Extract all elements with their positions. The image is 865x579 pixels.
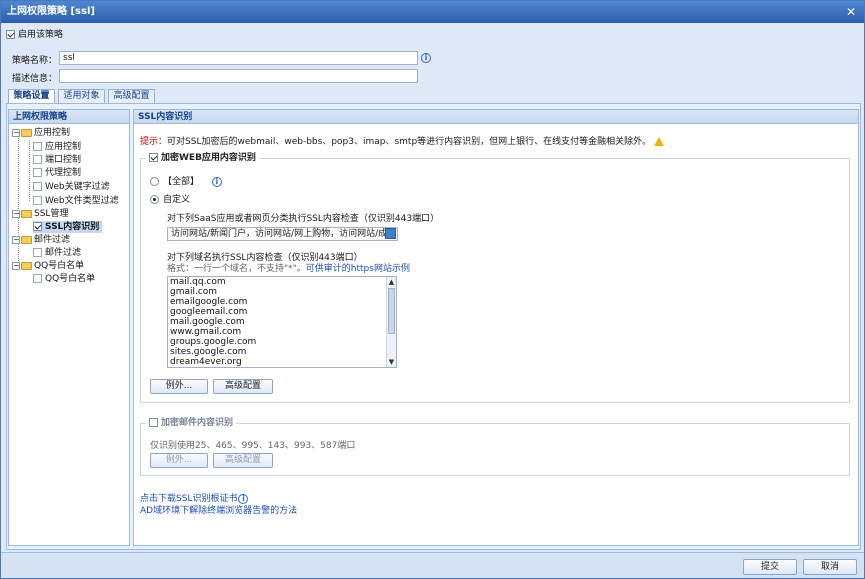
radio-icon[interactable] (150, 177, 159, 186)
tree-item-ssl-content-recognition[interactable]: SSL内容识别 (33, 221, 103, 233)
page-icon (33, 182, 42, 191)
page-icon (33, 196, 42, 205)
tree-item-port-control[interactable]: 端口控制 (33, 154, 81, 166)
footer-bar: 提交 取消 (1, 552, 864, 578)
collapse-icon[interactable]: − (12, 261, 20, 270)
window-title: 上网权限策略 [ssl] (7, 6, 95, 17)
scroll-down-icon[interactable]: ▼ (387, 357, 396, 367)
web-app-checkbox[interactable] (149, 153, 158, 162)
list-item: groups.google.com (170, 337, 257, 347)
option-all-radio[interactable]: 【全部】 i (150, 176, 222, 188)
submit-button[interactable]: 提交 (743, 559, 797, 575)
tree-item-web-keyword-filter[interactable]: Web关键字过滤 (33, 181, 110, 193)
page-icon (33, 274, 42, 283)
mail-legend[interactable]: 加密邮件内容识别 (146, 417, 237, 429)
folder-icon (21, 128, 32, 137)
policy-desc-input[interactable] (59, 69, 418, 83)
web-advanced-button[interactable]: 高级配置 (213, 379, 273, 394)
hint-text: 可对SSL加密后的webmail、web-bbs、pop3、imap、smtp等… (167, 137, 652, 147)
title-bar[interactable]: 上网权限策略 [ssl] ✕ (1, 1, 864, 23)
collapse-icon[interactable]: − (12, 209, 20, 218)
main-title: SSL内容识别 (134, 110, 858, 124)
info-icon[interactable]: i (421, 53, 431, 63)
list-item: emailgoogle.com (170, 297, 248, 307)
example-link[interactable]: 可供审计的https网站示例 (306, 264, 410, 274)
cancel-button[interactable]: 取消 (803, 559, 857, 575)
warning-icon (654, 137, 665, 146)
list-item: dream4ever.org (170, 357, 242, 367)
tree-item-qq-whitelist[interactable]: QQ号白名单 (33, 273, 95, 285)
collapse-icon[interactable]: − (12, 235, 20, 244)
info-icon[interactable]: i (211, 177, 222, 187)
list-item: mail.google.com (170, 317, 245, 327)
sidebar-title: 上网权限策略 (9, 110, 129, 124)
domain-list[interactable]: mail.qq.com gmail.com emailgoogle.com go… (167, 276, 397, 368)
page-icon (33, 168, 42, 177)
list-item: mail.qq.com (170, 277, 226, 287)
mail-checkbox[interactable] (149, 418, 158, 427)
option-custom-radio[interactable]: 自定义 (150, 194, 190, 206)
tree-item-mail-filter[interactable]: 邮件过滤 (33, 247, 81, 259)
select-picker-icon[interactable] (385, 228, 396, 239)
sidebar-tree-panel: 上网权限策略 − 应用控制 应用控制 端口控制 代理控制 Web关键字过滤 Web… (8, 109, 130, 546)
page-icon (33, 155, 42, 164)
folder-icon (21, 209, 32, 218)
tab-advanced-config[interactable]: 高级配置 (108, 89, 155, 103)
policy-name-label: 策略名称： (12, 56, 58, 66)
policy-desc-label: 描述信息： (12, 74, 58, 84)
list-item: gmail.com (170, 287, 218, 297)
tree-item-proxy-control[interactable]: 代理控制 (33, 167, 81, 179)
mail-advanced-button[interactable]: 高级配置 (213, 453, 273, 468)
close-icon[interactable]: ✕ (846, 1, 856, 23)
ad-domain-link[interactable]: AD域环境下解除终端浏览器告警的方法 (140, 503, 297, 516)
tab-applicable-objects[interactable]: 适用对象 (58, 89, 105, 103)
page-icon (33, 142, 42, 151)
tree-item-web-filetype-filter[interactable]: Web文件类型过滤 (33, 195, 119, 207)
mail-ports-note: 仅识别使用25、465、995、143、993、587端口 (150, 441, 356, 451)
folder-icon (21, 261, 32, 270)
format-note-line: 格式：一行一个域名，不支持"*"。可供审计的https网站示例 (167, 261, 410, 274)
tree-group-app-control[interactable]: − 应用控制 (12, 127, 70, 139)
enable-policy-checkbox[interactable]: 启用该策略 (6, 29, 63, 41)
scroll-up-icon[interactable]: ▲ (387, 277, 396, 287)
tree-item-app-control[interactable]: 应用控制 (33, 141, 81, 153)
list-item: googleemail.com (170, 307, 248, 317)
format-note: 格式：一行一个域名，不支持"*"。 (167, 264, 306, 274)
selected-check-icon (33, 222, 42, 231)
collapse-icon[interactable]: − (12, 128, 20, 137)
tab-policy-settings[interactable]: 策略设置 (8, 89, 55, 104)
saas-input[interactable]: 访问网站/新闻门户，访问网站/网上购物，访问网站/成人 (167, 227, 398, 241)
page-icon (33, 248, 42, 257)
mail-exception-button[interactable]: 例外... (150, 453, 208, 468)
tree-group-ssl[interactable]: − SSL管理 (12, 208, 68, 220)
policy-window: 上网权限策略 [ssl] ✕ 启用该策略 策略名称： ssl i 描述信息： 策… (0, 0, 865, 579)
main-panel: SSL内容识别 提示：可对SSL加密后的webmail、web-bbs、pop3… (133, 109, 859, 546)
enable-policy-check-icon[interactable] (6, 30, 15, 39)
saas-label: 对下列SaaS应用或者网页分类执行SSL内容检查（仅识别443端口） (167, 214, 440, 224)
radio-icon[interactable] (150, 195, 159, 204)
folder-icon (21, 235, 32, 244)
web-exception-button[interactable]: 例外... (150, 379, 208, 394)
scroll-thumb[interactable] (388, 288, 395, 334)
web-app-legend[interactable]: 加密WEB应用内容识别 (146, 152, 259, 164)
tree-group-qq-whitelist[interactable]: − QQ号白名单 (12, 260, 84, 272)
hint-prefix: 提示： (140, 137, 168, 147)
policy-name-input[interactable]: ssl (59, 51, 418, 65)
hint-line: 提示：可对SSL加密后的webmail、web-bbs、pop3、imap、sm… (140, 134, 665, 147)
domain-list-scrollbar[interactable]: ▲ ▼ (386, 277, 396, 367)
tree-group-mail-filter[interactable]: − 邮件过滤 (12, 234, 70, 246)
list-item: sites.google.com (170, 347, 247, 357)
list-item: www.gmail.com (170, 327, 242, 337)
enable-policy-label: 启用该策略 (18, 30, 64, 40)
